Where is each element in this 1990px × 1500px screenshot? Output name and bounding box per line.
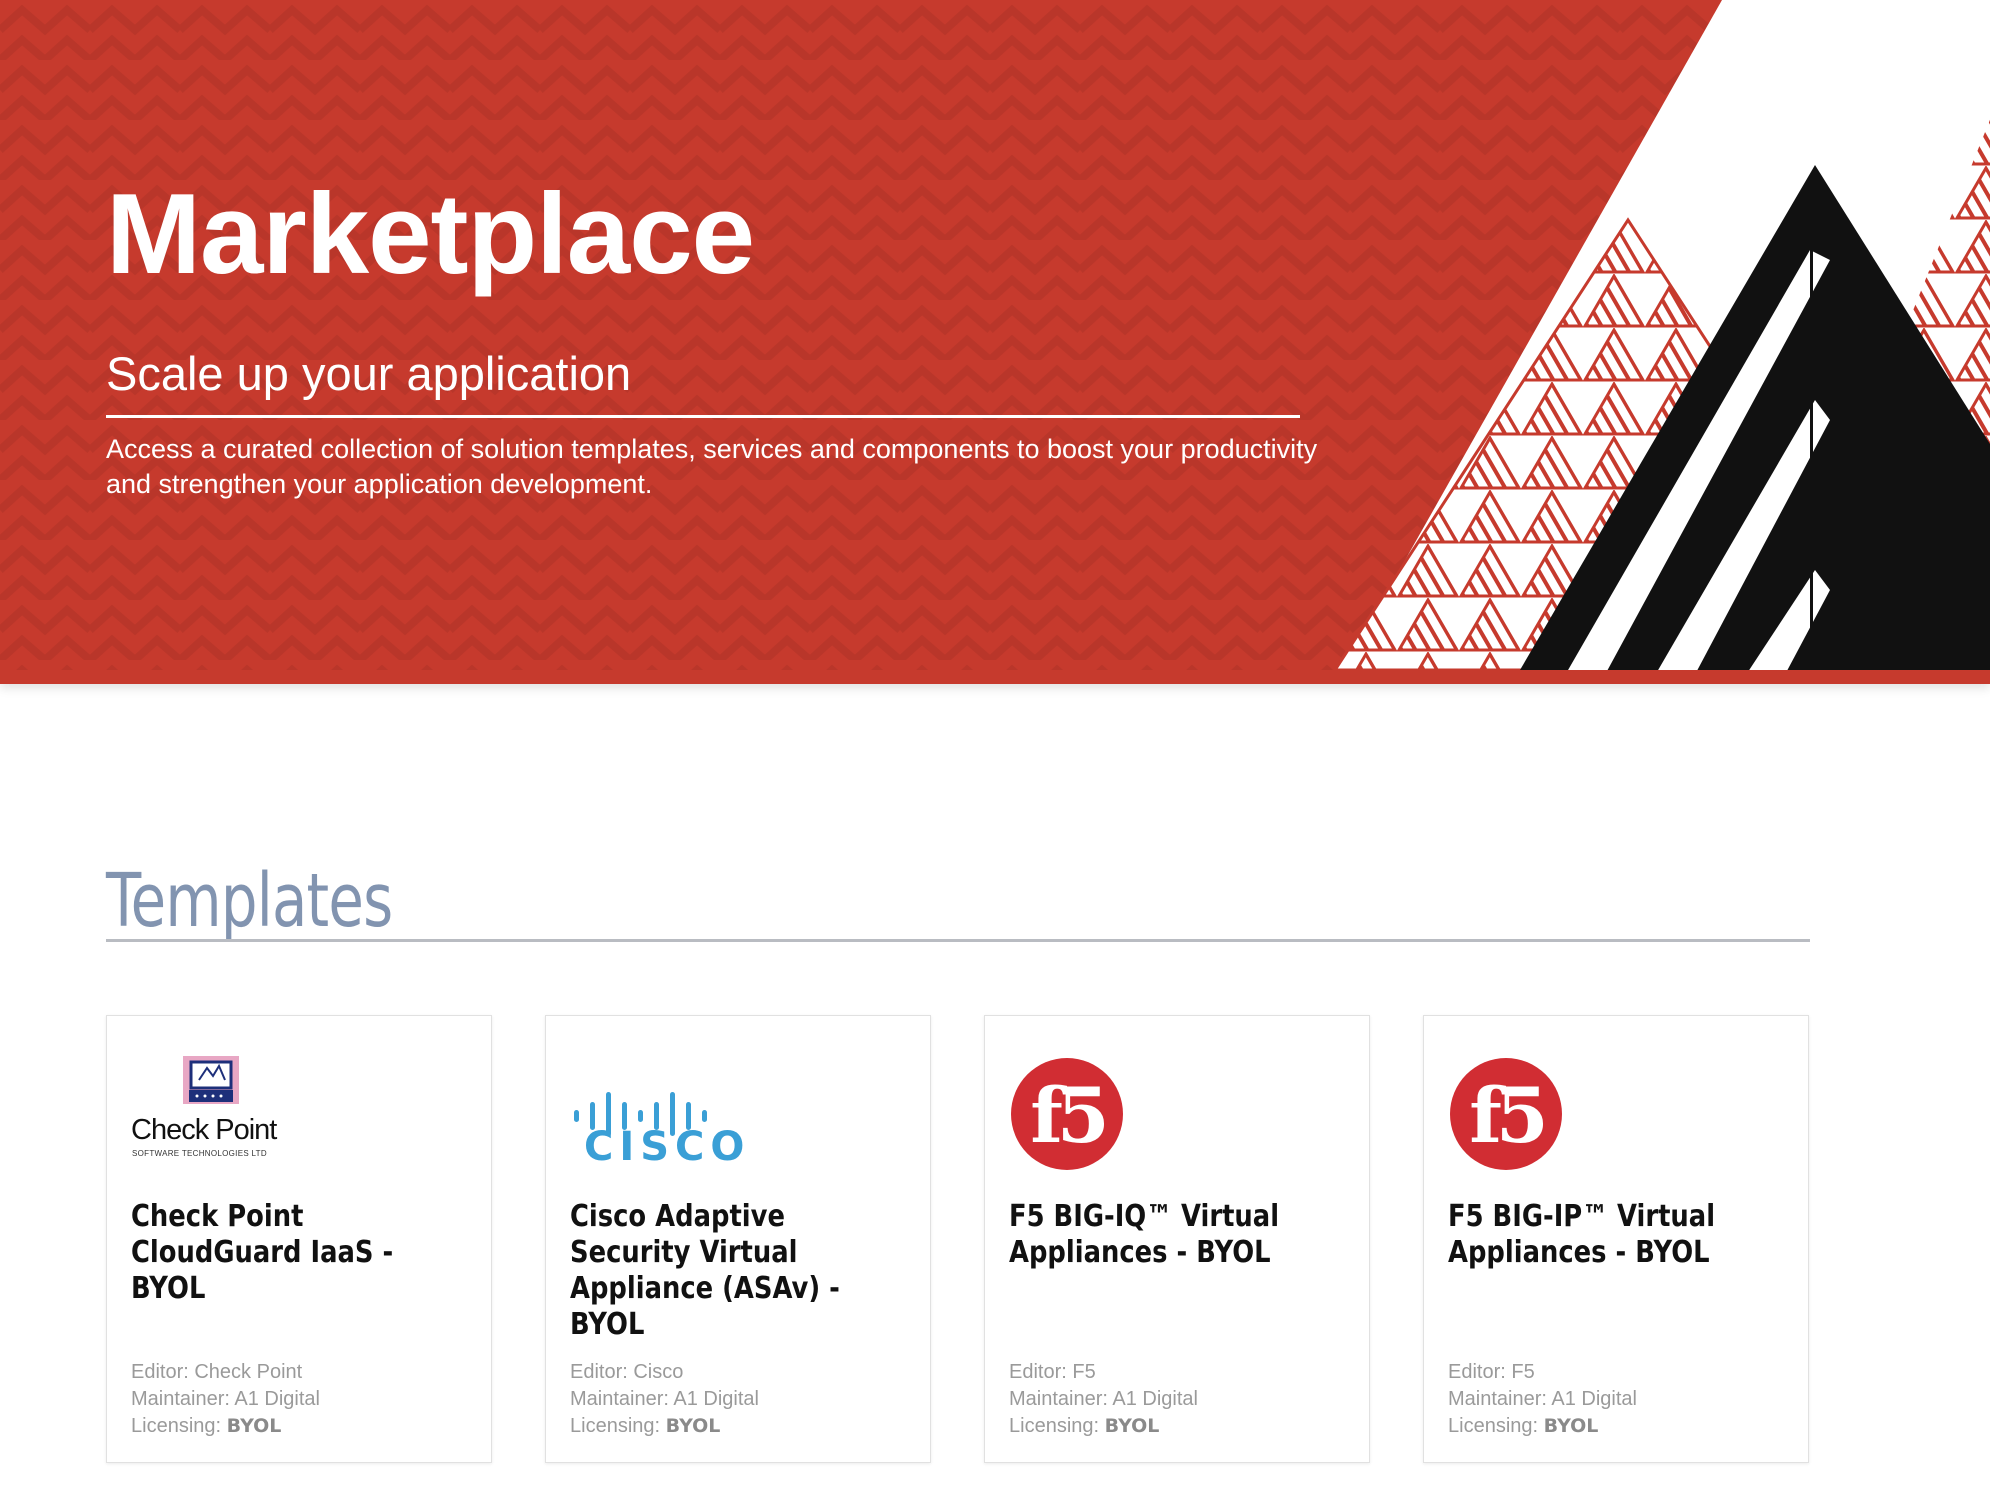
section-divider	[106, 939, 1810, 942]
f5-logo-text: f5	[1469, 1071, 1544, 1160]
checkpoint-logo: Check Point SOFTWARE TECHNOLOGIES LTD	[131, 1056, 311, 1186]
card-meta: Editor: Check Point Maintainer: A1 Digit…	[131, 1359, 320, 1440]
cisco-logo-text: CISCO	[584, 1124, 751, 1170]
card-editor: Editor: Cisco	[570, 1361, 684, 1383]
template-card-checkpoint[interactable]: Check Point SOFTWARE TECHNOLOGIES LTD Ch…	[106, 1015, 492, 1463]
checkpoint-logo-text: Check Point	[131, 1114, 277, 1146]
licensing-value: BYOL	[1104, 1415, 1160, 1437]
page-title: Marketplace	[106, 171, 755, 298]
licensing-value: BYOL	[1543, 1415, 1599, 1437]
template-card-cisco[interactable]: CISCO Cisco Adaptive Security Virtual Ap…	[545, 1015, 931, 1463]
hero-divider	[106, 415, 1300, 418]
card-licensing: Licensing: BYOL	[1009, 1413, 1198, 1440]
licensing-label: Licensing:	[1448, 1415, 1544, 1437]
licensing-label: Licensing:	[131, 1415, 227, 1437]
licensing-value: BYOL	[226, 1415, 282, 1437]
licensing-label: Licensing:	[1009, 1415, 1105, 1437]
card-meta: Editor: F5 Maintainer: A1 Digital Licens…	[1448, 1359, 1637, 1440]
card-editor: Editor: F5	[1448, 1361, 1535, 1383]
hero-banner: Marketplace Scale up your application Ac…	[0, 0, 1990, 684]
checkpoint-logo-subtext: SOFTWARE TECHNOLOGIES LTD	[132, 1149, 267, 1158]
card-maintainer: Maintainer: A1 Digital	[131, 1388, 320, 1410]
template-card-f5-big-ip[interactable]: f5 F5 BIG-IP™ Virtual Appliances - BYOL …	[1423, 1015, 1809, 1463]
card-licensing: Licensing: BYOL	[131, 1413, 320, 1440]
hero-description: Access a curated collection of solution …	[106, 434, 1318, 499]
f5-logo-text: f5	[1030, 1071, 1105, 1160]
card-maintainer: Maintainer: A1 Digital	[1448, 1388, 1637, 1410]
hero-mountain-art	[0, 0, 1990, 684]
f5-logo: f5	[1448, 1056, 1628, 1186]
card-editor: Editor: F5	[1009, 1361, 1096, 1383]
f5-logo: f5	[1009, 1056, 1189, 1186]
card-maintainer: Maintainer: A1 Digital	[570, 1388, 759, 1410]
cisco-logo: CISCO	[570, 1056, 750, 1186]
licensing-value: BYOL	[665, 1415, 721, 1437]
hero-subtitle: Scale up your application	[106, 347, 632, 400]
card-title: Cisco Adaptive Security Virtual Applianc…	[570, 1199, 840, 1342]
card-title: F5 BIG-IP™ Virtual Appliances - BYOL	[1448, 1199, 1716, 1270]
section-title-templates: Templates	[106, 858, 393, 944]
card-licensing: Licensing: BYOL	[570, 1413, 759, 1440]
card-title: Check Point CloudGuard IaaS - BYOL	[131, 1199, 394, 1306]
f5-circle-icon: f5	[1450, 1058, 1562, 1170]
card-title: F5 BIG-IQ™ Virtual Appliances - BYOL	[1009, 1199, 1280, 1270]
card-meta: Editor: F5 Maintainer: A1 Digital Licens…	[1009, 1359, 1198, 1440]
card-licensing: Licensing: BYOL	[1448, 1413, 1637, 1440]
template-card-f5-big-iq[interactable]: f5 F5 BIG-IQ™ Virtual Appliances - BYOL …	[984, 1015, 1370, 1463]
card-maintainer: Maintainer: A1 Digital	[1009, 1388, 1198, 1410]
card-meta: Editor: Cisco Maintainer: A1 Digital Lic…	[570, 1359, 759, 1440]
licensing-label: Licensing:	[570, 1415, 666, 1437]
checkpoint-emblem-icon	[183, 1056, 239, 1104]
f5-circle-icon: f5	[1011, 1058, 1123, 1170]
card-editor: Editor: Check Point	[131, 1361, 303, 1383]
